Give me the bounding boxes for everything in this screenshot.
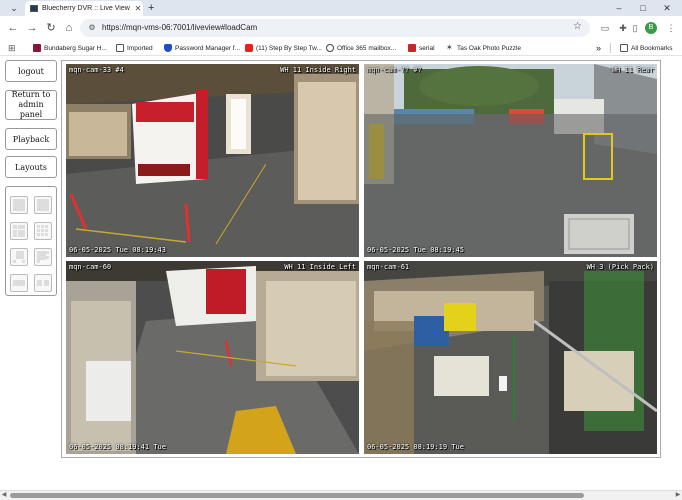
star-icon: ✶ [446, 43, 453, 52]
close-tab-icon[interactable]: ✕ [133, 4, 143, 13]
youtube-icon [245, 44, 253, 52]
playback-button[interactable]: Playback [5, 128, 57, 150]
bookmark-item[interactable]: Imported [116, 42, 153, 54]
shield-icon [164, 44, 172, 52]
reload-icon[interactable]: ↻ [43, 20, 59, 36]
layout-1plus-icon[interactable] [10, 248, 28, 266]
scrollbar-thumb[interactable] [10, 493, 584, 498]
layout-split-icon[interactable] [34, 274, 52, 292]
layout-3x3-icon[interactable] [10, 222, 28, 240]
bookmark-label: Office 365 mailbox... [337, 44, 397, 52]
maximize-icon[interactable]: □ [632, 0, 654, 16]
camera-location: WH 3 (Pick Pack) [586, 263, 654, 271]
url-text[interactable]: https://mqn-vms-06:7001/liveview#loadCam [102, 19, 257, 37]
home-icon[interactable]: ⌂ [61, 20, 77, 36]
camera-name: mqn-cam-61 [367, 263, 410, 271]
camera-timestamp: 06-05-2025 08:19:41 Tue [69, 443, 166, 451]
pdf-icon [408, 44, 416, 52]
layouts-button[interactable]: Layouts [5, 156, 57, 178]
bookmark-item[interactable]: serial [408, 42, 435, 54]
divider [610, 43, 611, 53]
new-tab-button[interactable]: + [148, 1, 154, 15]
folder-icon [116, 44, 124, 52]
bookmark-label: Password Manager f... [175, 44, 241, 52]
bundaberg-icon [33, 44, 41, 52]
camera-feed-3[interactable]: mqn-cam-60 WH 11 Inside Left 06-05-2025 … [66, 261, 359, 454]
camera-timestamp: 06-05-2025 Tue 08:19:43 [69, 246, 166, 254]
minimize-icon[interactable]: – [608, 0, 630, 16]
camera-name: mqn-cam-60 [69, 263, 112, 271]
bookmark-label: Imported [127, 44, 153, 52]
address-bar[interactable]: ⚙ https://mqn-vms-06:7001/liveview#loadC… [80, 19, 590, 37]
bookmark-label: Bundaberg Sugar H... [44, 44, 107, 52]
bookmark-label: serial [419, 44, 435, 52]
liveview-page: logout Return to admin panel Playback La… [0, 56, 682, 490]
layout-1x1-icon[interactable] [10, 196, 28, 214]
camera-name: mqn-cam-?? #? [367, 66, 422, 74]
forward-icon[interactable]: → [24, 20, 40, 36]
camera-feed-1[interactable]: mqn-cam-33 #4 WH 11 Inside Right 06-05-2… [66, 64, 359, 257]
bookmarks-overflow-icon[interactable]: » [596, 42, 601, 54]
bookmarks-bar: ⊞ Bundaberg Sugar H... Imported Password… [0, 40, 682, 56]
all-bookmarks-button[interactable]: All Bookmarks [620, 42, 673, 54]
layout-picker [5, 186, 57, 296]
layout-1plus5-icon[interactable] [34, 248, 52, 266]
bookmark-item[interactable]: Password Manager f... [164, 42, 240, 54]
tab-strip: ⌄ Bluecherry DVR :: Live View ✕ + – □ ✕ [0, 0, 682, 16]
scroll-right-icon[interactable]: ▶ [674, 491, 682, 500]
bookmark-item[interactable]: Office 365 mailbox... [326, 42, 396, 54]
browser-toolbar: ← → ↻ ⌂ ⚙ https://mqn-vms-06:7001/livevi… [0, 16, 682, 40]
camera-timestamp: 06-05-2025 08:19:19 Tue [367, 443, 464, 451]
bookmark-item[interactable]: Bundaberg Sugar H... [33, 42, 107, 54]
back-icon[interactable]: ← [5, 20, 21, 36]
return-admin-button[interactable]: Return to admin panel [5, 90, 57, 120]
layout-wide-icon[interactable] [10, 274, 28, 292]
camera-feed-4[interactable]: mqn-cam-61 WH 3 (Pick Pack) 06-05-2025 0… [364, 261, 657, 454]
close-window-icon[interactable]: ✕ [656, 0, 678, 16]
screen-cast-icon[interactable]: ▭ [598, 21, 612, 35]
bookmark-label: Tas Oak Photo Puzzle [457, 44, 521, 52]
active-tab[interactable]: Bluecherry DVR :: Live View ✕ [25, 1, 143, 16]
camera-location: WH 11 Rear [611, 66, 654, 74]
camera-feed-2[interactable]: mqn-cam-?? #? WH 11 Rear 06-05-2025 Tue … [364, 64, 657, 257]
bookmark-label: (11) Step By Step Tw... [256, 44, 322, 52]
camera-name: mqn-cam-33 #4 [69, 66, 124, 74]
camera-grid: mqn-cam-33 #4 WH 11 Inside Right 06-05-2… [61, 60, 661, 458]
menu-icon[interactable]: ⋮ [664, 21, 678, 35]
tab-title: Bluecherry DVR :: Live View [42, 5, 130, 12]
bookmark-item[interactable]: (11) Step By Step Tw... [245, 42, 322, 54]
folder-icon [620, 44, 628, 52]
layout-4x4-icon[interactable] [34, 222, 52, 240]
camera-location: WH 11 Inside Right [280, 66, 356, 74]
generic-icon [326, 44, 334, 52]
all-bookmarks-label: All Bookmarks [631, 44, 673, 52]
site-info-icon[interactable]: ⚙ [86, 22, 98, 34]
layout-2x2-icon[interactable] [34, 196, 52, 214]
profile-avatar[interactable]: B [645, 22, 657, 34]
bookmark-item[interactable]: ✶ Tas Oak Photo Puzzle [446, 42, 521, 54]
camera-location: WH 11 Inside Left [284, 263, 356, 271]
bookmark-star-icon[interactable]: ☆ [573, 21, 582, 32]
horizontal-scrollbar[interactable]: ◀ ▶ [0, 490, 682, 500]
bluecherry-favicon-icon [30, 5, 38, 12]
apps-grid-icon[interactable]: ⊞ [8, 42, 16, 54]
camera-timestamp: 06-05-2025 Tue 08:19:45 [367, 246, 464, 254]
scroll-left-icon[interactable]: ◀ [0, 491, 8, 500]
side-panel-icon[interactable]: ▯ [628, 21, 642, 35]
logout-button[interactable]: logout [5, 60, 57, 82]
tab-search-chevron-icon[interactable]: ⌄ [7, 1, 21, 15]
